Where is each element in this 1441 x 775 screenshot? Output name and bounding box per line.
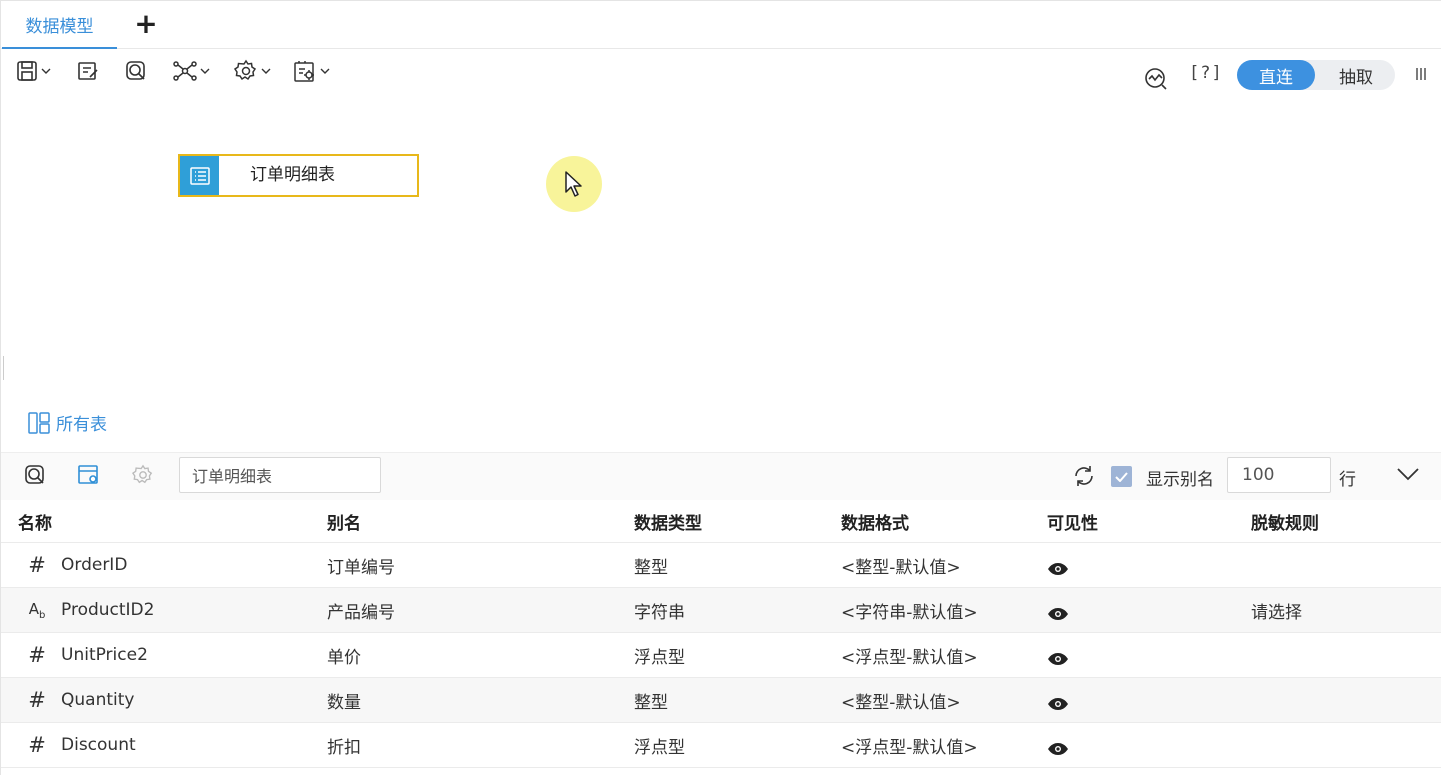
field-alias[interactable]: 产品编号 — [327, 588, 395, 632]
tab-bar: 数据模型 + — [1, 1, 1441, 49]
table-row[interactable]: # Discount 折扣 浮点型 <浮点型-默认值> — [1, 723, 1441, 768]
table-name-input[interactable] — [179, 457, 381, 493]
number-type-icon: # — [28, 733, 46, 757]
show-alias-checkbox[interactable] — [1111, 466, 1132, 487]
number-type-icon: # — [28, 688, 46, 712]
field-data-format[interactable]: <浮点型-默认值> — [841, 723, 978, 767]
field-toolbar: 显示别名 行 — [1, 452, 1441, 500]
all-tables-button[interactable]: 所有表 — [28, 410, 107, 435]
field-data-format[interactable]: <整型-默认值> — [841, 543, 961, 587]
field-name: OrderID — [61, 555, 128, 575]
edit-button[interactable] — [77, 58, 99, 84]
chevron-down-icon — [41, 68, 51, 74]
visibility-eye-icon[interactable] — [1047, 588, 1069, 632]
direct-mode-option[interactable]: 直连 — [1237, 60, 1315, 90]
field-alias[interactable]: 折扣 — [327, 723, 361, 767]
table-row[interactable]: Ab ProductID2 产品编号 字符串 <字符串-默认值> 请选择 — [1, 588, 1441, 633]
table-row[interactable]: # UnitPrice2 单价 浮点型 <浮点型-默认值> — [1, 633, 1441, 678]
chevron-down-icon[interactable] — [1397, 467, 1419, 481]
extract-mode-option[interactable]: 抽取 — [1317, 60, 1395, 90]
chevron-down-icon — [261, 68, 271, 74]
layout-panel-icon — [28, 411, 50, 434]
check-icon — [1115, 471, 1128, 482]
row-count-input[interactable] — [1227, 457, 1331, 493]
field-name: UnitPrice2 — [61, 645, 148, 665]
save-button[interactable] — [16, 58, 51, 84]
number-type-icon: # — [28, 553, 46, 577]
connection-mode-switch: 直连 抽取 — [1237, 60, 1395, 90]
string-type-icon: Ab — [28, 599, 46, 621]
field-alias[interactable]: 订单编号 — [327, 543, 395, 587]
field-alias[interactable]: 数量 — [327, 678, 361, 722]
columns-icon[interactable] — [1415, 67, 1427, 81]
panel-resize-handle[interactable] — [3, 356, 6, 380]
data-settings-icon — [294, 61, 314, 82]
model-toolbar — [1, 50, 1441, 94]
data-model-editor: 数据模型 + [?] 直连 抽取 订单明细表 所有表 订单明细表 显示别名 10… — [0, 0, 1441, 775]
chevron-down-icon — [200, 68, 210, 74]
field-name: Discount — [61, 735, 136, 755]
all-tables-label: 所有表 — [56, 415, 107, 435]
visibility-eye-icon[interactable] — [1047, 678, 1069, 722]
preview-button[interactable] — [125, 58, 147, 84]
header-alias[interactable]: 别名 — [327, 500, 361, 542]
field-data-format[interactable]: <整型-默认值> — [841, 678, 961, 722]
field-masking-rule[interactable]: 请选择 — [1251, 588, 1302, 632]
add-tab-button[interactable]: + — [133, 10, 159, 38]
settings-button[interactable] — [234, 58, 271, 84]
edit-icon — [78, 62, 98, 80]
search-preview-icon[interactable] — [24, 464, 46, 486]
header-visibility[interactable]: 可见性 — [1047, 500, 1098, 542]
field-data-type[interactable]: 字符串 — [634, 588, 685, 632]
performance-icon[interactable] — [1144, 63, 1168, 95]
visibility-eye-icon[interactable] — [1047, 543, 1069, 587]
header-data-format[interactable]: 数据格式 — [841, 500, 909, 542]
field-alias[interactable]: 单价 — [327, 633, 361, 677]
table-node[interactable]: 订单明细表 — [178, 154, 419, 197]
header-masking[interactable]: 脱敏规则 — [1251, 500, 1319, 542]
header-name[interactable]: 名称 — [18, 500, 52, 542]
row-unit-label: 行 — [1339, 470, 1356, 490]
number-type-icon: # — [28, 643, 46, 667]
settings-icon — [234, 59, 257, 81]
header-data-type[interactable]: 数据类型 — [634, 500, 702, 542]
table-settings-icon[interactable] — [78, 464, 100, 486]
field-data-format[interactable]: <浮点型-默认值> — [841, 633, 978, 677]
field-data-type[interactable]: 浮点型 — [634, 723, 685, 767]
field-data-format[interactable]: <字符串-默认值> — [841, 588, 978, 632]
table-row[interactable]: # Quantity 数量 整型 <整型-默认值> — [1, 678, 1441, 723]
field-name: ProductID2 — [61, 600, 155, 620]
search-preview-icon — [126, 61, 145, 80]
refresh-icon[interactable] — [1072, 464, 1096, 488]
chevron-down-icon — [320, 68, 330, 74]
gear-icon[interactable] — [132, 464, 154, 486]
field-grid: 名称 别名 数据类型 数据格式 可见性 脱敏规则 # OrderID 订单编号 整型 <… — [1, 500, 1441, 768]
table-row[interactable]: # OrderID 订单编号 整型 <整型-默认值> — [1, 543, 1441, 588]
show-alias-label: 显示别名 — [1146, 470, 1214, 490]
field-name: Quantity — [61, 690, 135, 710]
data-settings-button[interactable] — [293, 58, 330, 84]
relation-button[interactable] — [173, 58, 210, 84]
mouse-cursor-icon — [565, 171, 582, 197]
field-data-type[interactable]: 浮点型 — [634, 633, 685, 677]
visibility-eye-icon[interactable] — [1047, 723, 1069, 767]
help-icon[interactable]: [?] — [1189, 63, 1223, 83]
visibility-eye-icon[interactable] — [1047, 633, 1069, 677]
field-data-type[interactable]: 整型 — [634, 678, 668, 722]
tab-data-model[interactable]: 数据模型 — [2, 1, 117, 49]
model-canvas[interactable]: 订单明细表 所有表 — [1, 94, 1441, 451]
table-node-label: 订单明细表 — [250, 165, 335, 185]
relation-icon — [173, 61, 197, 81]
grid-header: 名称 别名 数据类型 数据格式 可见性 脱敏规则 — [1, 500, 1441, 543]
table-icon — [180, 156, 219, 195]
save-icon — [17, 61, 37, 81]
field-data-type[interactable]: 整型 — [634, 543, 668, 587]
